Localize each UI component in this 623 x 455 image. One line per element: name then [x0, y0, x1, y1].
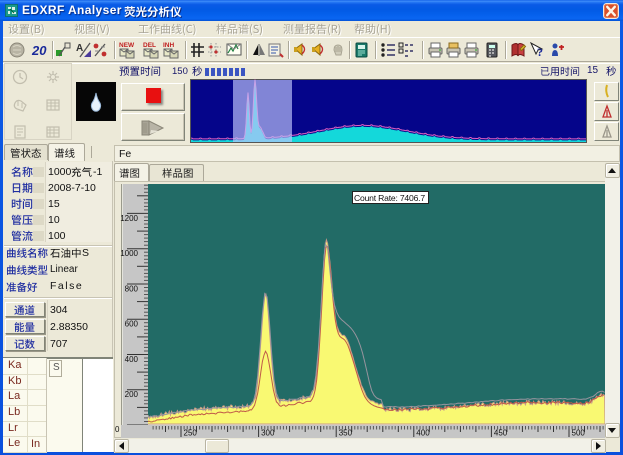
svg-text:400: 400: [416, 429, 430, 438]
svg-text:300: 300: [261, 429, 275, 438]
svg-text:20: 20: [31, 43, 47, 58]
svg-text:800: 800: [125, 285, 139, 294]
svg-text:500: 500: [572, 429, 586, 438]
svg-text:1200: 1200: [120, 214, 138, 223]
svg-text:400: 400: [125, 355, 139, 364]
svg-text:250: 250: [184, 429, 198, 438]
svg-text:1000: 1000: [120, 249, 138, 258]
svg-text:?: ?: [537, 45, 543, 59]
svg-text:350: 350: [339, 429, 353, 438]
svg-text:INH: INH: [163, 42, 175, 49]
svg-text:450: 450: [494, 429, 508, 438]
svg-text:DEL: DEL: [143, 42, 156, 49]
svg-text:200: 200: [125, 390, 139, 399]
svg-text:NEW: NEW: [119, 42, 135, 49]
svg-text:A: A: [76, 43, 83, 54]
svg-text:600: 600: [125, 320, 139, 329]
